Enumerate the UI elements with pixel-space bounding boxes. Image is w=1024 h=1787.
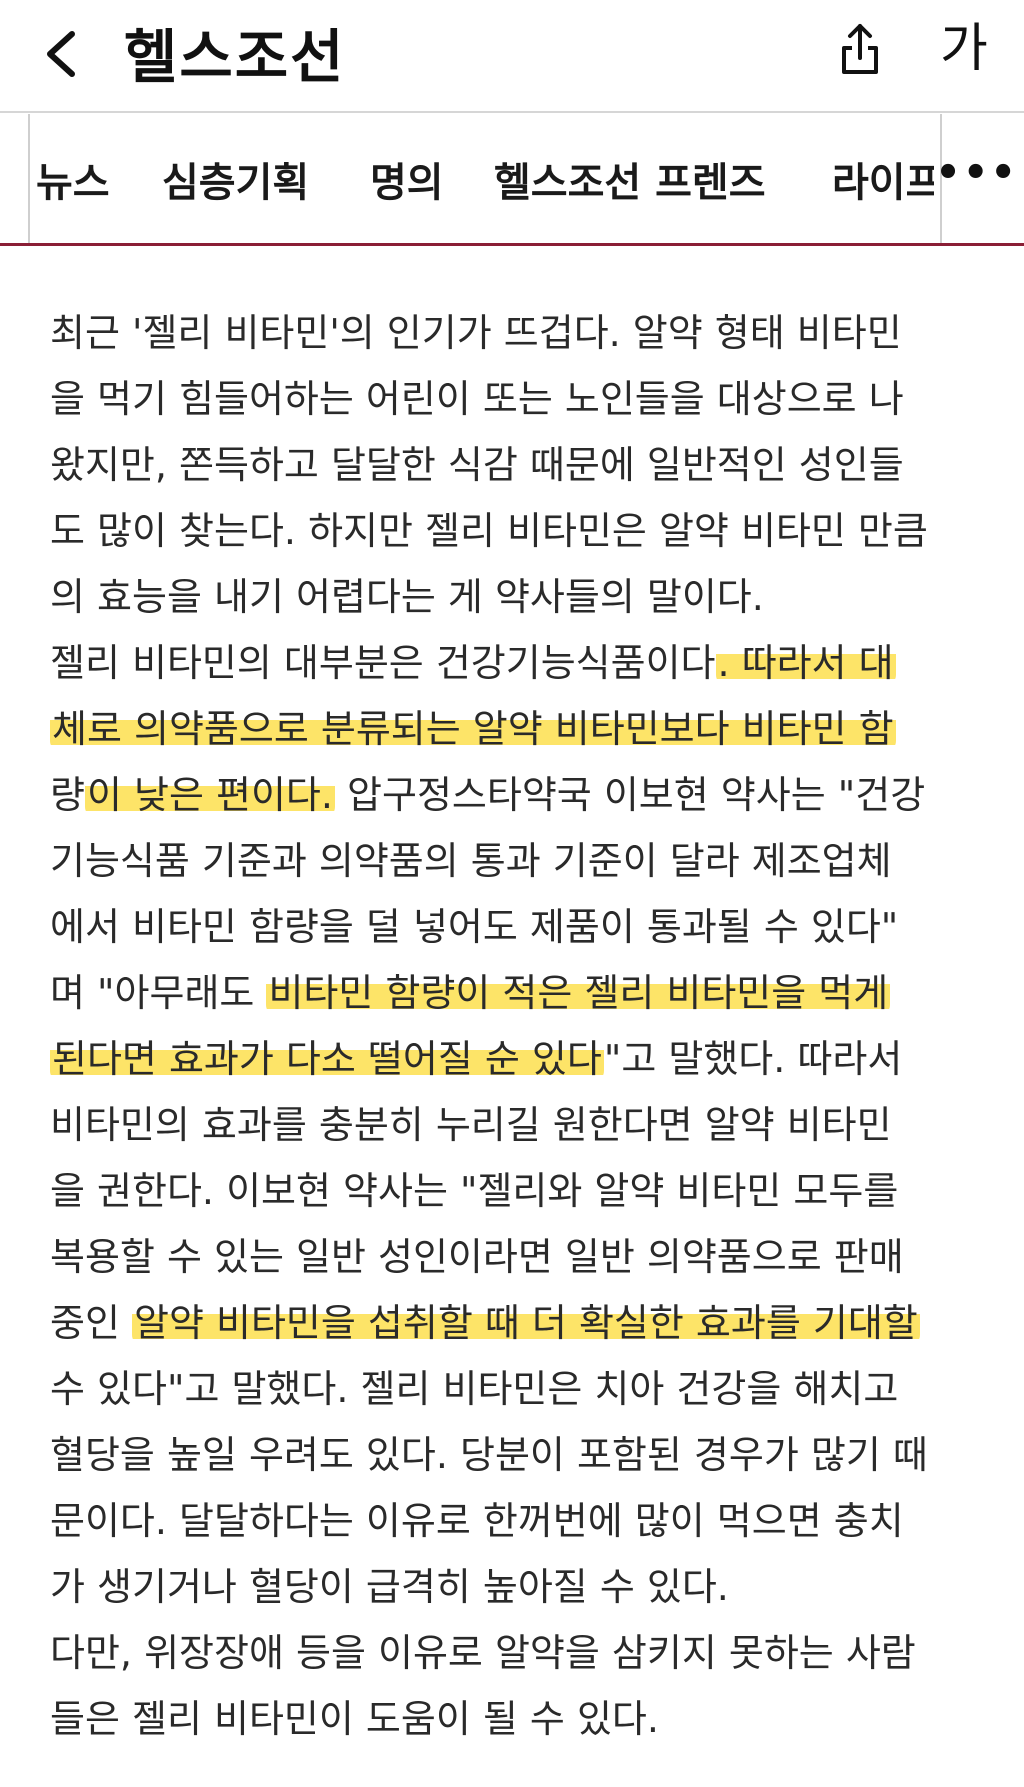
highlighted-text: 체로 의약품으로 분류되는 알약 비타민보다 비타민 함 xyxy=(50,707,896,751)
chevron-left-icon xyxy=(47,31,75,77)
article-text: 복용할 수 있는 일반 성인이라면 일반 의약품으로 판매 xyxy=(50,1235,904,1279)
article-line: 을 권한다. 이보현 약사는 "젤리와 알약 비타민 모두를 xyxy=(50,1158,1000,1224)
share-icon xyxy=(842,24,878,74)
article-line: 된다면 효과가 다소 떨어질 순 있다"고 말했다. 따라서 xyxy=(50,1026,1000,1092)
article-text: 을 먹기 힘들어하는 어린이 또는 노인들을 대상으로 나 xyxy=(50,377,904,421)
article-text: 왔지만, 쫀득하고 달달한 식감 때문에 일반적인 성인들 xyxy=(50,443,904,487)
nav-track: 뉴스 심층기획 명의 헬스조선 프렌즈 라이프 xyxy=(32,114,934,243)
article-text: "고 말했다. 따라서 xyxy=(603,1037,903,1081)
nav-item-friends[interactable]: 헬스조선 프렌즈 xyxy=(494,150,766,208)
article-line: 가 생기거나 혈당이 급격히 높아질 수 있다. xyxy=(50,1554,1000,1620)
article-text: 압구정스타약국 이보현 약사는 "건강 xyxy=(334,773,926,817)
more-menu-button[interactable]: ••• xyxy=(935,150,1018,196)
article-line: 의 효능을 내기 어렵다는 게 약사들의 말이다. xyxy=(50,564,1000,630)
highlighted-text: 된다면 효과가 다소 떨어질 순 있다 xyxy=(50,1037,604,1081)
article-text: 중인 xyxy=(50,1301,132,1345)
font-size-button[interactable]: 가 xyxy=(940,6,988,81)
back-button[interactable] xyxy=(40,22,88,86)
site-logo[interactable]: 헬스조선 xyxy=(124,10,345,94)
article-text: 며 "아무래도 xyxy=(50,971,267,1015)
nav-item-life[interactable]: 라이프 xyxy=(832,150,934,208)
share-button[interactable] xyxy=(832,20,888,76)
article-text: 에서 비타민 함량을 덜 넣어도 제품이 통과될 수 있다" xyxy=(50,905,899,949)
article-line: 혈당을 높일 우려도 있다. 당분이 포함된 경우가 많기 때 xyxy=(50,1422,1000,1488)
highlighted-text: 알약 비타민을 섭취할 때 더 확실한 효과를 기대할 xyxy=(132,1301,920,1345)
nav-item-doctors[interactable]: 명의 xyxy=(370,150,444,208)
article-text: 젤리 비타민의 대부분은 건강기능식품이다 xyxy=(50,641,716,685)
app-header: 헬스조선 가 xyxy=(0,0,1024,113)
article-text: 비타민의 효과를 충분히 누리길 원한다면 알약 비타민 xyxy=(50,1103,892,1147)
article-line: 복용할 수 있는 일반 성인이라면 일반 의약품으로 판매 xyxy=(50,1224,1000,1290)
article-line: 다만, 위장장애 등을 이유로 알약을 삼키지 못하는 사람 xyxy=(50,1620,1000,1686)
article-text: 문이다. 달달하다는 이유로 한꺼번에 많이 먹으면 충치 xyxy=(50,1499,904,1543)
article-line: 체로 의약품으로 분류되는 알약 비타민보다 비타민 함 xyxy=(50,696,1000,762)
article-text: 기능식품 기준과 의약품의 통과 기준이 달라 제조업체 xyxy=(50,839,892,883)
article-line: 들은 젤리 비타민이 도움이 될 수 있다. xyxy=(50,1686,1000,1752)
article-body: 최근 '젤리 비타민'의 인기가 뜨겁다. 알약 형태 비타민을 먹기 힘들어하… xyxy=(50,300,1000,1752)
article-text: 량 xyxy=(50,773,85,817)
article-text: 을 권한다. 이보현 약사는 "젤리와 알약 비타민 모두를 xyxy=(50,1169,899,1213)
article-text: 의 효능을 내기 어렵다는 게 약사들의 말이다. xyxy=(50,575,764,619)
article-text: 다만, 위장장애 등을 이유로 알약을 삼키지 못하는 사람 xyxy=(50,1631,916,1675)
article-line: 왔지만, 쫀득하고 달달한 식감 때문에 일반적인 성인들 xyxy=(50,432,1000,498)
article-text: 최근 '젤리 비타민'의 인기가 뜨겁다. 알약 형태 비타민 xyxy=(50,311,902,355)
article-text: 혈당을 높일 우려도 있다. 당분이 포함된 경우가 많기 때 xyxy=(50,1433,928,1477)
article-line: 비타민의 효과를 충분히 누리길 원한다면 알약 비타민 xyxy=(50,1092,1000,1158)
highlighted-text: 이 낮은 편이다. xyxy=(84,773,335,817)
article-line: 도 많이 찾는다. 하지만 젤리 비타민은 알약 비타민 만큼 xyxy=(50,498,1000,564)
article-line: 에서 비타민 함량을 덜 넣어도 제품이 통과될 수 있다" xyxy=(50,894,1000,960)
article-line: 수 있다"고 말했다. 젤리 비타민은 치아 건강을 해치고 xyxy=(50,1356,1000,1422)
article-line: 문이다. 달달하다는 이유로 한꺼번에 많이 먹으면 충치 xyxy=(50,1488,1000,1554)
article-line: 중인 알약 비타민을 섭취할 때 더 확실한 효과를 기대할 xyxy=(50,1290,1000,1356)
nav-item-features[interactable]: 심층기획 xyxy=(162,150,309,208)
article-text: 들은 젤리 비타민이 도움이 될 수 있다. xyxy=(50,1697,659,1741)
highlighted-text: 비타민 함량이 적은 젤리 비타민을 먹게 xyxy=(266,971,891,1015)
nav-item-news[interactable]: 뉴스 xyxy=(36,150,110,208)
article-line: 며 "아무래도 비타민 함량이 적은 젤리 비타민을 먹게 xyxy=(50,960,1000,1026)
article-line: 기능식품 기준과 의약품의 통과 기준이 달라 제조업체 xyxy=(50,828,1000,894)
article-line: 을 먹기 힘들어하는 어린이 또는 노인들을 대상으로 나 xyxy=(50,366,1000,432)
nav-divider-left xyxy=(28,114,30,243)
article-line: 최근 '젤리 비타민'의 인기가 뜨겁다. 알약 형태 비타민 xyxy=(50,300,1000,366)
article-line: 젤리 비타민의 대부분은 건강기능식품이다. 따라서 대 xyxy=(50,630,1000,696)
section-nav: 뉴스 심층기획 명의 헬스조선 프렌즈 라이프 ••• xyxy=(0,114,1024,246)
article-line: 량이 낮은 편이다. 압구정스타약국 이보현 약사는 "건강 xyxy=(50,762,1000,828)
highlighted-text: . 따라서 대 xyxy=(715,641,896,685)
article-text: 가 생기거나 혈당이 급격히 높아질 수 있다. xyxy=(50,1565,729,1609)
article-text: 수 있다"고 말했다. 젤리 비타민은 치아 건강을 해치고 xyxy=(50,1367,899,1411)
article-text: 도 많이 찾는다. 하지만 젤리 비타민은 알약 비타민 만큼 xyxy=(50,509,928,553)
